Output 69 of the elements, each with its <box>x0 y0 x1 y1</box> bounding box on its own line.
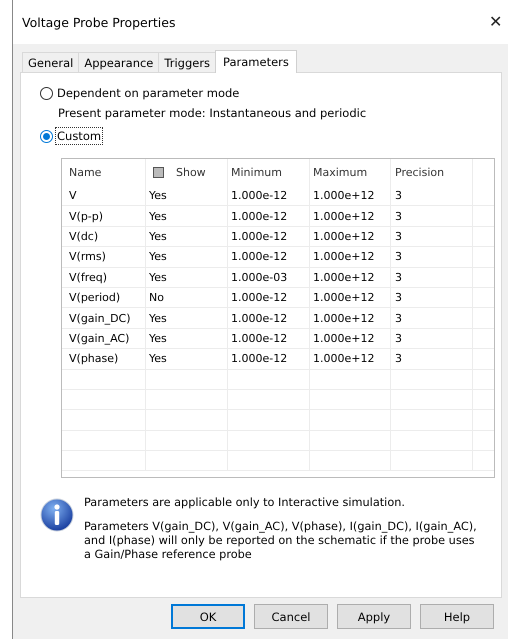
column-header[interactable]: Minimum <box>228 159 310 186</box>
tab[interactable]: Parameters <box>215 50 297 73</box>
table-cell: 1.000e-12 <box>228 308 310 328</box>
radio-button[interactable] <box>40 130 53 142</box>
column-header[interactable]: Name <box>62 159 146 186</box>
table-cell: 1.000e+12 <box>310 308 391 328</box>
table-cell: 1.000e+12 <box>310 328 391 348</box>
table-cell: 1.000e+12 <box>310 206 391 226</box>
column-header[interactable]: Precision <box>391 159 473 186</box>
table-cell: 3 <box>391 288 473 308</box>
table-cell: 1.000e-12 <box>228 226 310 246</box>
table-cell: V(gain_AC) <box>62 328 146 348</box>
table-cell: 1.000e-12 <box>228 186 310 206</box>
table-cell: V(freq) <box>62 268 146 287</box>
table-cell: 1.000e-12 <box>228 328 310 348</box>
table-cell: Yes <box>146 247 228 267</box>
radio-button[interactable] <box>40 86 53 100</box>
table-cell: 1.000e+12 <box>310 288 391 308</box>
table-cell: 1.000e-03 <box>228 268 310 287</box>
table-cell: 1.000e+12 <box>310 268 391 287</box>
info-icon <box>40 498 74 532</box>
table-cell: 1.000e+12 <box>310 186 391 206</box>
mode-note: Present parameter mode: Instantaneous and periodic <box>58 106 368 120</box>
table-cell: V(gain_DC) <box>62 308 146 328</box>
table-cell: 1.000e+12 <box>310 349 391 369</box>
info-text: Parameters V(gain_DC), V(gain_AC), V(phase), I(gain_DC), I(gain_AC), and I(phase) will only be reported on the schematic if the probe uses a Gain/Phase reference probe <box>84 520 478 562</box>
table-cell: 3 <box>391 308 473 328</box>
table-cell: V(p-p) <box>62 206 146 226</box>
table-cell: V(dc) <box>62 226 146 246</box>
table-cell: Yes <box>146 206 228 226</box>
radio-label[interactable]: Dependent on parameter mode <box>56 85 240 101</box>
tab[interactable]: Appearance <box>78 52 160 72</box>
table-cell: 3 <box>391 349 473 369</box>
dialog-button[interactable]: Apply <box>337 604 411 629</box>
table-cell: Yes <box>146 268 228 287</box>
table-cell: 1.000e-12 <box>228 288 310 308</box>
info-text: Parameters are applicable only to Interactive simulation. <box>84 496 406 510</box>
table-cell: Yes <box>146 226 228 246</box>
checkbox[interactable] <box>153 167 164 178</box>
table-cell: 1.000e+12 <box>310 247 391 267</box>
tab[interactable]: Triggers <box>158 52 216 72</box>
dialog-button[interactable]: Cancel <box>254 604 328 629</box>
table-cell: Yes <box>146 308 228 328</box>
table-cell: Yes <box>146 328 228 348</box>
close-button[interactable]: ✕ <box>483 12 508 32</box>
radio-label[interactable]: Custom <box>56 128 102 144</box>
column-header[interactable]: Maximum <box>310 159 391 186</box>
table-cell: 3 <box>391 247 473 267</box>
table-cell: 1.000e-12 <box>228 206 310 226</box>
table-cell: 3 <box>391 186 473 206</box>
table-cell: No <box>146 288 228 308</box>
table-cell: Yes <box>146 349 228 369</box>
table-cell: 1.000e+12 <box>310 226 391 246</box>
column-header[interactable]: Show <box>146 159 228 186</box>
table-cell: V(period) <box>62 288 146 308</box>
table-cell: V(phase) <box>62 349 146 369</box>
table-cell: 1.000e-12 <box>228 349 310 369</box>
table-cell: V <box>62 186 146 206</box>
table-cell: 3 <box>391 226 473 246</box>
table-cell: V(rms) <box>62 247 146 267</box>
tab[interactable]: General <box>22 52 80 72</box>
window-title: Voltage Probe Properties <box>22 14 176 30</box>
table-cell: 1.000e-12 <box>228 247 310 267</box>
table-cell: 3 <box>391 328 473 348</box>
table-cell: Yes <box>146 186 228 206</box>
table-cell: 3 <box>391 206 473 226</box>
table-cell: 3 <box>391 268 473 287</box>
dialog-button[interactable]: OK <box>171 604 245 629</box>
dialog-button[interactable]: Help <box>420 604 494 629</box>
